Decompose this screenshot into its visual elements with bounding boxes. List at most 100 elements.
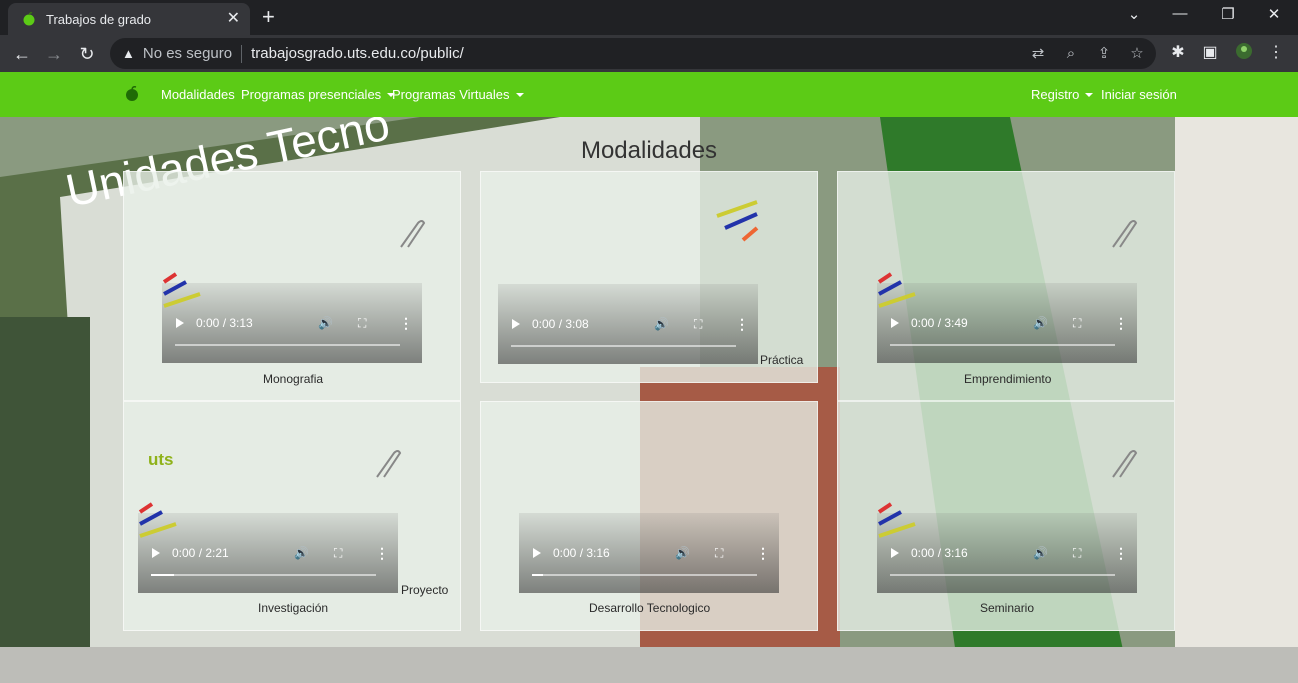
video-time: 0:00 / 3:16 <box>911 546 968 560</box>
video-time: 0:00 / 3:13 <box>196 316 253 330</box>
chevron-down-icon <box>515 93 524 97</box>
video-progress-bar[interactable] <box>532 574 757 576</box>
nav-programas-virtuales[interactable]: Programas Virtuales <box>392 87 524 102</box>
card-label: Práctica <box>760 353 804 367</box>
address-bar[interactable]: ▲ No es seguro trabajosgrado.uts.edu.co/… <box>110 38 1156 69</box>
video-progress-bar[interactable] <box>890 574 1115 576</box>
tab-search-icon[interactable]: ⌄ <box>1114 5 1154 23</box>
play-icon[interactable] <box>533 548 541 558</box>
more-options-icon[interactable]: ⋮ <box>1114 315 1128 332</box>
browser-tabstrip: Trabajos de grado ✕ + ⌄ — ❐ ✕ <box>0 0 1298 35</box>
warning-icon[interactable]: ▲ <box>122 46 135 61</box>
video-progress-bar[interactable] <box>511 345 736 347</box>
browser-tab[interactable]: Trabajos de grado ✕ <box>8 3 250 35</box>
card-emprendimiento: 0:00 / 3:49 🔊 ⛶ ⋮ Emprendimiento <box>837 171 1175 401</box>
fullscreen-icon[interactable]: ⛶ <box>334 546 342 561</box>
close-window-icon[interactable]: ✕ <box>1254 5 1294 23</box>
zoom-icon[interactable]: ⌕ <box>1061 44 1081 64</box>
more-options-icon[interactable]: ⋮ <box>375 545 389 562</box>
nav-iniciar-sesion[interactable]: Iniciar sesión <box>1101 87 1177 102</box>
video-player[interactable]: 0:00 / 3:08 🔊 ⛶ ⋮ <box>498 284 758 364</box>
bookmark-star-icon[interactable]: ☆ <box>1127 44 1147 64</box>
fullscreen-icon[interactable]: ⛶ <box>1073 546 1081 561</box>
main-content: Unidades Tecno Modalidades 0:00 / 3:13 🔊… <box>0 117 1298 683</box>
more-options-icon[interactable]: ⋮ <box>399 315 413 332</box>
play-icon[interactable] <box>891 548 899 558</box>
card-label: Emprendimiento <box>964 372 1052 386</box>
video-controls: 0:00 / 3:16 🔊 ⛶ ⋮ <box>877 543 1137 563</box>
forward-icon[interactable]: → <box>42 42 66 66</box>
fullscreen-icon[interactable]: ⛶ <box>715 546 723 561</box>
profile-avatar-icon[interactable] <box>1233 42 1255 64</box>
more-options-icon[interactable]: ⋮ <box>756 545 770 562</box>
pencils-icon <box>716 200 759 242</box>
play-icon[interactable] <box>891 318 899 328</box>
video-progress-fill <box>532 574 544 576</box>
paperclip-icon <box>400 220 426 248</box>
paperclip-icon <box>1112 450 1138 478</box>
card-practica: 0:00 / 3:08 🔊 ⛶ ⋮ Práctica <box>480 171 818 383</box>
nav-programas-presenciales-label: Programas presenciales <box>241 87 382 102</box>
reload-icon[interactable]: ↻ <box>75 42 99 66</box>
chevron-down-icon <box>1085 93 1094 97</box>
more-options-icon[interactable]: ⋮ <box>735 316 749 333</box>
security-status[interactable]: No es seguro <box>143 45 232 62</box>
fullscreen-icon[interactable]: ⛶ <box>1073 316 1081 331</box>
card-label: Desarrollo Tecnologico <box>589 601 711 615</box>
back-icon[interactable]: ← <box>10 42 34 66</box>
nav-programas-virtuales-label: Programas Virtuales <box>392 87 510 102</box>
side-panel-icon[interactable]: ▣ <box>1199 42 1221 64</box>
video-progress-bar[interactable] <box>151 574 376 576</box>
pencils-icon <box>138 502 177 538</box>
nav-modalidades[interactable]: Modalidades <box>161 87 235 102</box>
fullscreen-icon[interactable]: ⛶ <box>694 317 702 332</box>
video-controls: 0:00 / 3:08 🔊 ⛶ ⋮ <box>498 314 758 334</box>
video-progress-bar[interactable] <box>890 344 1115 346</box>
pencils-icon <box>877 272 916 308</box>
video-controls: 0:00 / 3:16 🔊 ⛶ ⋮ <box>519 543 779 563</box>
more-options-icon[interactable]: ⋮ <box>1114 545 1128 562</box>
video-controls: 0:00 / 2:21 🔊 ⛶ ⋮ <box>138 543 398 563</box>
video-progress-bar[interactable] <box>175 344 400 346</box>
nav-programas-presenciales[interactable]: Programas presenciales <box>241 87 396 102</box>
volume-icon[interactable]: 🔊 <box>675 546 690 560</box>
site-navbar: Modalidades Programas presenciales Progr… <box>0 72 1298 117</box>
extensions-icon[interactable]: ✱ <box>1167 42 1189 64</box>
card-investigacion: 0:00 / 2:21 🔊 ⛶ ⋮ uts Investigación Proy… <box>123 401 461 631</box>
browser-menu-icon[interactable]: ⋮ <box>1265 42 1287 64</box>
play-icon[interactable] <box>512 319 520 329</box>
volume-icon[interactable]: 🔊 <box>654 317 669 331</box>
card-label-proyecto: Proyecto <box>401 583 449 597</box>
card-label: Investigación <box>258 601 329 615</box>
page-title: Modalidades <box>580 137 718 164</box>
apple-logo-icon[interactable] <box>124 86 140 102</box>
card-label: Seminario <box>980 601 1035 615</box>
pencils-icon <box>877 502 916 538</box>
volume-icon[interactable]: 🔊 <box>1033 316 1048 330</box>
paperclip-icon <box>376 450 402 478</box>
play-icon[interactable] <box>152 548 160 558</box>
tab-close-icon[interactable]: ✕ <box>227 11 240 27</box>
volume-icon[interactable]: 🔊 <box>1033 546 1048 560</box>
card-label: Monografia <box>263 372 324 386</box>
url-text[interactable]: trabajosgrado.uts.edu.co/public/ <box>251 45 464 62</box>
share-icon[interactable]: ⇪ <box>1094 44 1114 64</box>
apple-favicon-icon <box>22 12 36 26</box>
play-icon[interactable] <box>176 318 184 328</box>
video-player[interactable]: 0:00 / 3:16 🔊 ⛶ ⋮ <box>519 513 779 593</box>
minimize-icon[interactable]: — <box>1160 5 1200 22</box>
volume-icon[interactable]: 🔊 <box>294 546 309 560</box>
video-time: 0:00 / 2:21 <box>172 546 229 560</box>
fullscreen-icon[interactable]: ⛶ <box>358 316 366 331</box>
card-seminario: 0:00 / 3:16 🔊 ⛶ ⋮ Seminario <box>837 401 1175 631</box>
restore-icon[interactable]: ❐ <box>1208 5 1248 23</box>
new-tab-button[interactable]: + <box>262 6 275 28</box>
video-time: 0:00 / 3:49 <box>911 316 968 330</box>
translate-icon[interactable]: ⇄ <box>1028 44 1048 64</box>
browser-toolbar: ← → ↻ ▲ No es seguro trabajosgrado.uts.e… <box>0 35 1298 72</box>
volume-icon[interactable]: 🔊 <box>318 316 333 330</box>
card-desarrollo-tecnologico: 0:00 / 3:16 🔊 ⛶ ⋮ Desarrollo Tecnologico <box>480 401 818 631</box>
uts-logo: uts <box>148 450 174 469</box>
tab-title: Trabajos de grado <box>46 11 152 27</box>
nav-registro[interactable]: Registro <box>1031 87 1094 102</box>
